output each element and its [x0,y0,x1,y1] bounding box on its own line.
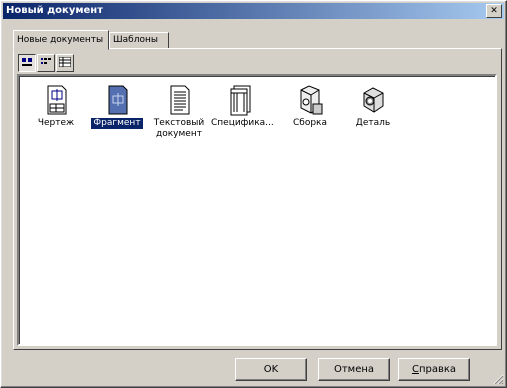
tab-label: Шаблоны [113,35,158,45]
text-document-icon [163,84,195,116]
help-button[interactable]: Справка [398,358,470,381]
list-item-drawing[interactable]: Чертеж [25,84,87,129]
fragment-icon [101,84,133,116]
close-icon: ✕ [490,6,498,16]
list-item-part[interactable]: Деталь [342,84,404,129]
item-label: Деталь [355,118,391,128]
tab-panel: Чертеж Фрагмент Текстовый документ Специ… [13,48,502,350]
help-label: правка [418,364,457,375]
large-icons-view-button[interactable] [18,54,36,72]
specification-icon [224,84,256,116]
list-item-assembly[interactable]: Сборка [279,84,341,129]
small-icons-view-button[interactable] [37,54,55,72]
help-accelerator: С [411,364,419,375]
cancel-label: Отмена [333,364,375,375]
item-label: Чертеж [37,118,75,128]
tab-templates[interactable]: Шаблоны [109,32,169,49]
large-icons-icon [22,58,32,66]
ok-label: OK [263,364,279,375]
assembly-icon [294,84,326,116]
window-title: Новый документ [6,5,104,16]
item-label: Специфика... [211,118,274,128]
item-label: Фрагмент [91,118,143,129]
details-view-button[interactable] [56,54,74,72]
details-list-icon [59,57,71,67]
tab-label: Новые документы [17,35,104,45]
resize-grip-icon[interactable] [492,373,504,385]
ok-button[interactable]: OK [235,358,307,381]
tab-new-documents[interactable]: Новые документы [13,30,109,50]
document-type-list[interactable]: Чертеж Фрагмент Текстовый документ Специ… [17,74,497,346]
new-document-dialog: Новый документ ✕ Новые документы Шаблоны [0,0,507,388]
small-icons-icon [41,58,51,64]
cancel-button[interactable]: Отмена [318,358,390,381]
list-item-text-document[interactable]: Текстовый документ [148,84,210,140]
item-label: Сборка [292,118,327,128]
close-button[interactable]: ✕ [486,4,502,18]
drawing-icon [40,84,72,116]
title-bar[interactable]: Новый документ ✕ [3,3,504,19]
list-item-specification[interactable]: Специфика... [209,84,274,129]
part-icon [357,84,389,116]
item-label: Текстовый документ [153,118,205,139]
list-item-fragment[interactable]: Фрагмент [86,84,148,129]
